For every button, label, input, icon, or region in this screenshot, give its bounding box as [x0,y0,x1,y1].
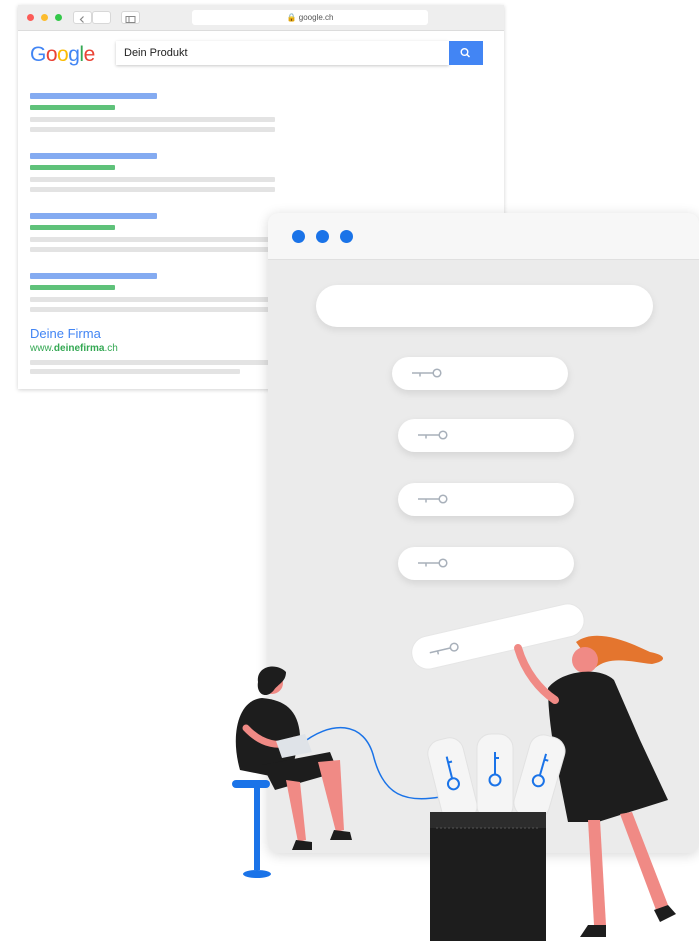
stool [232,780,271,878]
illustration-layer [232,601,676,941]
lifted-keyword-pill[interactable] [408,601,587,673]
key-box [427,733,566,941]
seated-person-illustration [235,666,352,850]
key-card [427,737,478,823]
key-card [476,733,514,821]
